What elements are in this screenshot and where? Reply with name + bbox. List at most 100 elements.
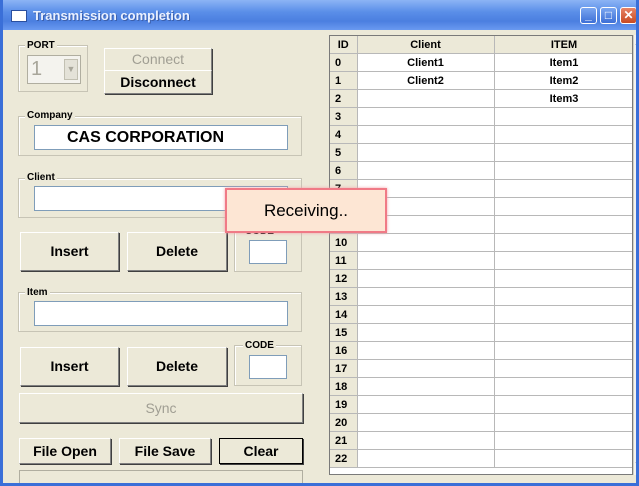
table-row[interactable]: 20: [330, 413, 632, 432]
cell-id[interactable]: 21: [330, 431, 358, 450]
cell-id[interactable]: 11: [330, 251, 358, 270]
cell-id[interactable]: 5: [330, 143, 358, 162]
cell-item[interactable]: [494, 269, 632, 288]
table-row[interactable]: 5: [330, 143, 632, 162]
cell-id[interactable]: 22: [330, 449, 358, 468]
cell-id[interactable]: 12: [330, 269, 358, 288]
cell-id[interactable]: 20: [330, 413, 358, 432]
cell-item[interactable]: [494, 161, 632, 180]
item-insert-button[interactable]: Insert: [20, 347, 119, 386]
cell-id[interactable]: 2: [330, 89, 358, 108]
cell-id[interactable]: 18: [330, 377, 358, 396]
cell-id[interactable]: 15: [330, 323, 358, 342]
cell-id[interactable]: 13: [330, 287, 358, 306]
disconnect-button[interactable]: Disconnect: [104, 70, 212, 94]
cell-client[interactable]: [357, 233, 495, 252]
cell-id[interactable]: 17: [330, 359, 358, 378]
cell-client[interactable]: [357, 341, 495, 360]
cell-item[interactable]: [494, 395, 632, 414]
client-delete-button[interactable]: Delete: [127, 232, 227, 271]
company-field[interactable]: CAS CORPORATION: [34, 125, 288, 150]
cell-id[interactable]: 19: [330, 395, 358, 414]
cell-client[interactable]: [357, 395, 495, 414]
table-row[interactable]: 15: [330, 323, 632, 342]
connect-button[interactable]: Connect: [104, 48, 212, 71]
cell-item[interactable]: [494, 197, 632, 216]
table-row[interactable]: 14: [330, 305, 632, 324]
cell-item[interactable]: [494, 431, 632, 450]
table-row[interactable]: 21: [330, 431, 632, 450]
cell-item[interactable]: [494, 107, 632, 126]
cell-id[interactable]: 0: [330, 53, 358, 72]
cell-item[interactable]: [494, 413, 632, 432]
cell-item[interactable]: [494, 251, 632, 270]
column-header-id[interactable]: ID: [330, 36, 358, 54]
cell-client[interactable]: [357, 431, 495, 450]
table-row[interactable]: 17: [330, 359, 632, 378]
chevron-down-icon[interactable]: ▼: [64, 59, 78, 80]
table-row[interactable]: 11: [330, 251, 632, 270]
table-row[interactable]: 22: [330, 449, 632, 468]
column-header-item[interactable]: ITEM: [494, 36, 632, 54]
cell-item[interactable]: [494, 359, 632, 378]
cell-item[interactable]: [494, 215, 632, 234]
table-row[interactable]: 6: [330, 161, 632, 180]
cell-client[interactable]: [357, 413, 495, 432]
table-row[interactable]: 13: [330, 287, 632, 306]
sync-button[interactable]: Sync: [19, 393, 303, 423]
item-delete-button[interactable]: Delete: [127, 347, 227, 386]
clear-button[interactable]: Clear: [219, 438, 303, 464]
cell-client[interactable]: Client1: [357, 53, 495, 72]
cell-item[interactable]: [494, 287, 632, 306]
item-input[interactable]: [34, 301, 288, 326]
cell-item[interactable]: [494, 377, 632, 396]
minimize-button[interactable]: _: [580, 7, 597, 24]
cell-item[interactable]: [494, 143, 632, 162]
table-row[interactable]: 2 Item3: [330, 89, 632, 108]
cell-id[interactable]: 3: [330, 107, 358, 126]
close-button[interactable]: ✕: [620, 7, 636, 24]
transmission-grid[interactable]: ID Client ITEM 0 Client1 Item1 1 Client2 Item…: [329, 35, 633, 475]
item-code-input[interactable]: [249, 355, 287, 379]
cell-id[interactable]: 16: [330, 341, 358, 360]
cell-client[interactable]: [357, 143, 495, 162]
cell-item[interactable]: [494, 449, 632, 468]
cell-item[interactable]: Item1: [494, 53, 632, 72]
scroll-up-arrow-icon[interactable]: ▲: [634, 37, 636, 49]
table-row[interactable]: 12: [330, 269, 632, 288]
cell-item[interactable]: [494, 341, 632, 360]
cell-client[interactable]: [357, 161, 495, 180]
grid-scrollbar[interactable]: ▲ ▼: [633, 35, 636, 475]
table-row[interactable]: 3: [330, 107, 632, 126]
file-open-button[interactable]: File Open: [19, 438, 111, 464]
maximize-button[interactable]: □: [600, 7, 617, 24]
cell-id[interactable]: 14: [330, 305, 358, 324]
cell-item[interactable]: [494, 305, 632, 324]
cell-client[interactable]: Client2: [357, 71, 495, 90]
scroll-down-arrow-icon[interactable]: ▼: [634, 459, 636, 471]
file-save-button[interactable]: File Save: [119, 438, 211, 464]
cell-item[interactable]: [494, 179, 632, 198]
cell-client[interactable]: [357, 287, 495, 306]
cell-id[interactable]: 4: [330, 125, 358, 144]
cell-client[interactable]: [357, 449, 495, 468]
table-row[interactable]: 10: [330, 233, 632, 252]
cell-item[interactable]: Item3: [494, 89, 632, 108]
client-code-input[interactable]: [249, 240, 287, 264]
table-row[interactable]: 19: [330, 395, 632, 414]
table-row[interactable]: 1 Client2 Item2: [330, 71, 632, 90]
port-select[interactable]: 1 ▼: [27, 55, 81, 84]
cell-item[interactable]: Item2: [494, 71, 632, 90]
table-row[interactable]: 4: [330, 125, 632, 144]
column-header-client[interactable]: Client: [357, 36, 495, 54]
cell-id[interactable]: 6: [330, 161, 358, 180]
cell-item[interactable]: [494, 125, 632, 144]
cell-client[interactable]: [357, 269, 495, 288]
table-row[interactable]: 18: [330, 377, 632, 396]
cell-client[interactable]: [357, 107, 495, 126]
cell-item[interactable]: [494, 233, 632, 252]
cell-client[interactable]: [357, 323, 495, 342]
cell-item[interactable]: [494, 323, 632, 342]
cell-client[interactable]: [357, 359, 495, 378]
cell-client[interactable]: [357, 251, 495, 270]
